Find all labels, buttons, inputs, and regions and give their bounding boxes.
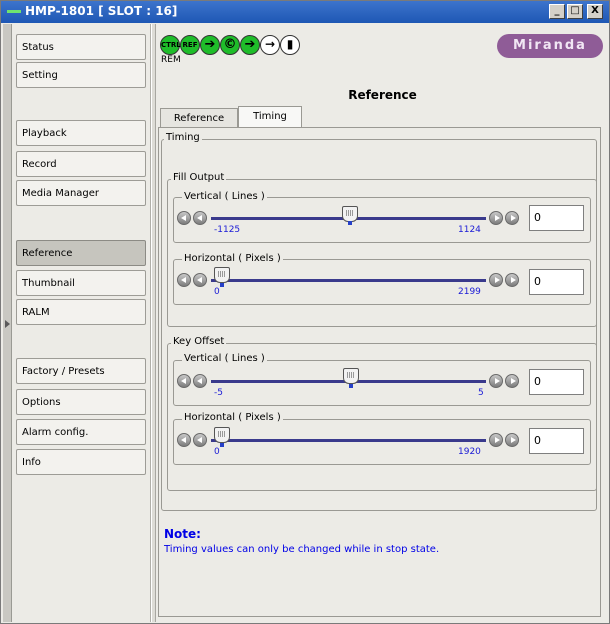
rem-label: REM [161,55,181,65]
key-vertical-slider-tick [349,384,353,388]
window-title: HMP-1801 [ SLOT : 16] [25,4,178,18]
arrow-right-icon: ➔ [240,35,260,55]
sidebar-item-reference[interactable]: Reference [16,240,146,266]
tab-timing[interactable]: Timing [238,106,302,128]
key-horizontal-min: 0 [214,447,220,457]
sidebar-item-setting[interactable]: Setting [16,62,146,88]
key-vertical-increase-button[interactable] [489,374,503,388]
copyright-icon: © [220,35,240,55]
arrow-right-icon: ➔ [200,35,220,55]
fill-vertical-fast-decrease-button[interactable] [177,211,191,225]
note-text: Timing values can only be changed while … [164,544,440,555]
fill-horizontal-fast-increase-button[interactable] [505,273,519,287]
collapse-strip[interactable] [3,24,12,622]
key-horizontal-max: 1920 [458,447,481,457]
fill-vertical-min: -1125 [214,225,241,235]
key-horizontal-slider-thumb[interactable] [214,427,230,443]
key-horizontal-value-input[interactable]: 0 [529,428,584,454]
ctrl-indicator-icon: CTRL [160,35,181,55]
fill-horizontal-increase-button[interactable] [489,273,503,287]
key-offset-legend: Key Offset [171,336,227,347]
fill-vertical-increase-button[interactable] [489,211,503,225]
fill-vertical-value-input[interactable]: 0 [529,205,584,231]
fill-horizontal-slider-track[interactable] [211,279,486,282]
fill-horizontal-value-input[interactable]: 0 [529,269,584,295]
key-vertical-min: -5 [214,388,223,398]
app-window: HMP-1801 [ SLOT : 16] _ □ X Status Setti… [0,0,610,624]
tab-reference[interactable]: Reference [160,108,238,129]
maximize-button[interactable]: □ [567,4,583,19]
fill-horizontal-slider-thumb[interactable] [214,267,230,283]
fill-vertical-label: Vertical ( Lines ) [182,191,267,202]
key-horizontal-fast-increase-button[interactable] [505,433,519,447]
key-horizontal-increase-button[interactable] [489,433,503,447]
fill-vertical-fast-increase-button[interactable] [505,211,519,225]
key-horizontal-decrease-button[interactable] [193,433,207,447]
page-title: Reference [348,88,417,102]
app-icon [7,10,21,13]
fill-output-legend: Fill Output [171,172,227,183]
timing-legend: Timing [164,132,202,143]
key-horizontal-slider-track[interactable] [211,439,486,442]
sidebar-item-info[interactable]: Info [16,449,146,475]
expand-arrow-icon[interactable] [5,320,10,328]
key-vertical-fast-increase-button[interactable] [505,374,519,388]
key-vertical-fast-decrease-button[interactable] [177,374,191,388]
key-vertical-label: Vertical ( Lines ) [182,353,267,364]
sidebar-item-media-manager[interactable]: Media Manager [16,180,146,206]
key-vertical-decrease-button[interactable] [193,374,207,388]
sidebar-item-record[interactable]: Record [16,151,146,177]
document-icon: ▮ [280,35,300,55]
fill-vertical-slider-tick [348,221,352,225]
minimize-button[interactable]: _ [549,4,565,19]
fill-horizontal-slider-tick [220,283,224,287]
ref-indicator-icon: REF [180,35,200,55]
sidebar-item-thumbnail[interactable]: Thumbnail [16,270,146,296]
key-horizontal-label: Horizontal ( Pixels ) [182,412,283,423]
fill-horizontal-decrease-button[interactable] [193,273,207,287]
fill-horizontal-fast-decrease-button[interactable] [177,273,191,287]
sidebar-item-playback[interactable]: Playback [16,120,146,146]
key-vertical-value-input[interactable]: 0 [529,369,584,395]
sidebar-item-status[interactable]: Status [16,34,146,60]
fill-horizontal-label: Horizontal ( Pixels ) [182,253,283,264]
fill-vertical-decrease-button[interactable] [193,211,207,225]
fill-horizontal-max: 2199 [458,287,481,297]
sidebar-item-factory-presets[interactable]: Factory / Presets [16,358,146,384]
note-title: Note: [164,527,201,541]
arrow-right-outline-icon: → [260,35,280,55]
miranda-logo: Miranda [497,34,603,58]
sidebar-item-alarm-config[interactable]: Alarm config. [16,419,146,445]
key-horizontal-slider-tick [220,443,224,447]
title-bar[interactable]: HMP-1801 [ SLOT : 16] _ □ X [1,1,609,23]
fill-vertical-max: 1124 [458,225,481,235]
sidebar-item-ralm[interactable]: RALM [16,299,146,325]
key-vertical-slider-thumb[interactable] [343,368,359,384]
key-horizontal-fast-decrease-button[interactable] [177,433,191,447]
fill-vertical-slider-thumb[interactable] [342,206,358,222]
key-vertical-max: 5 [478,388,484,398]
close-button[interactable]: X [587,4,603,19]
sidebar-item-options[interactable]: Options [16,389,146,415]
fill-horizontal-min: 0 [214,287,220,297]
